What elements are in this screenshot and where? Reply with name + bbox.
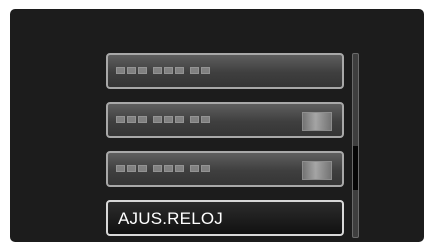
menu-item-ajus-reloj[interactable]: AJUS.RELOJ [106, 200, 344, 236]
scrollbar[interactable] [352, 53, 359, 238]
setting-value-icon [302, 112, 332, 131]
menu-item-1[interactable] [106, 53, 344, 89]
scrollbar-thumb[interactable] [353, 146, 358, 190]
menu-item-2[interactable] [106, 102, 344, 138]
menu-screen: AJUS.RELOJ [10, 9, 424, 242]
menu-item-3[interactable] [106, 151, 344, 187]
blurred-text-placeholder [116, 116, 210, 123]
blurred-text-placeholder [116, 165, 210, 172]
setting-value-icon [302, 161, 332, 180]
blurred-text-placeholder [116, 67, 210, 74]
menu-item-label: AJUS.RELOJ [118, 209, 223, 228]
